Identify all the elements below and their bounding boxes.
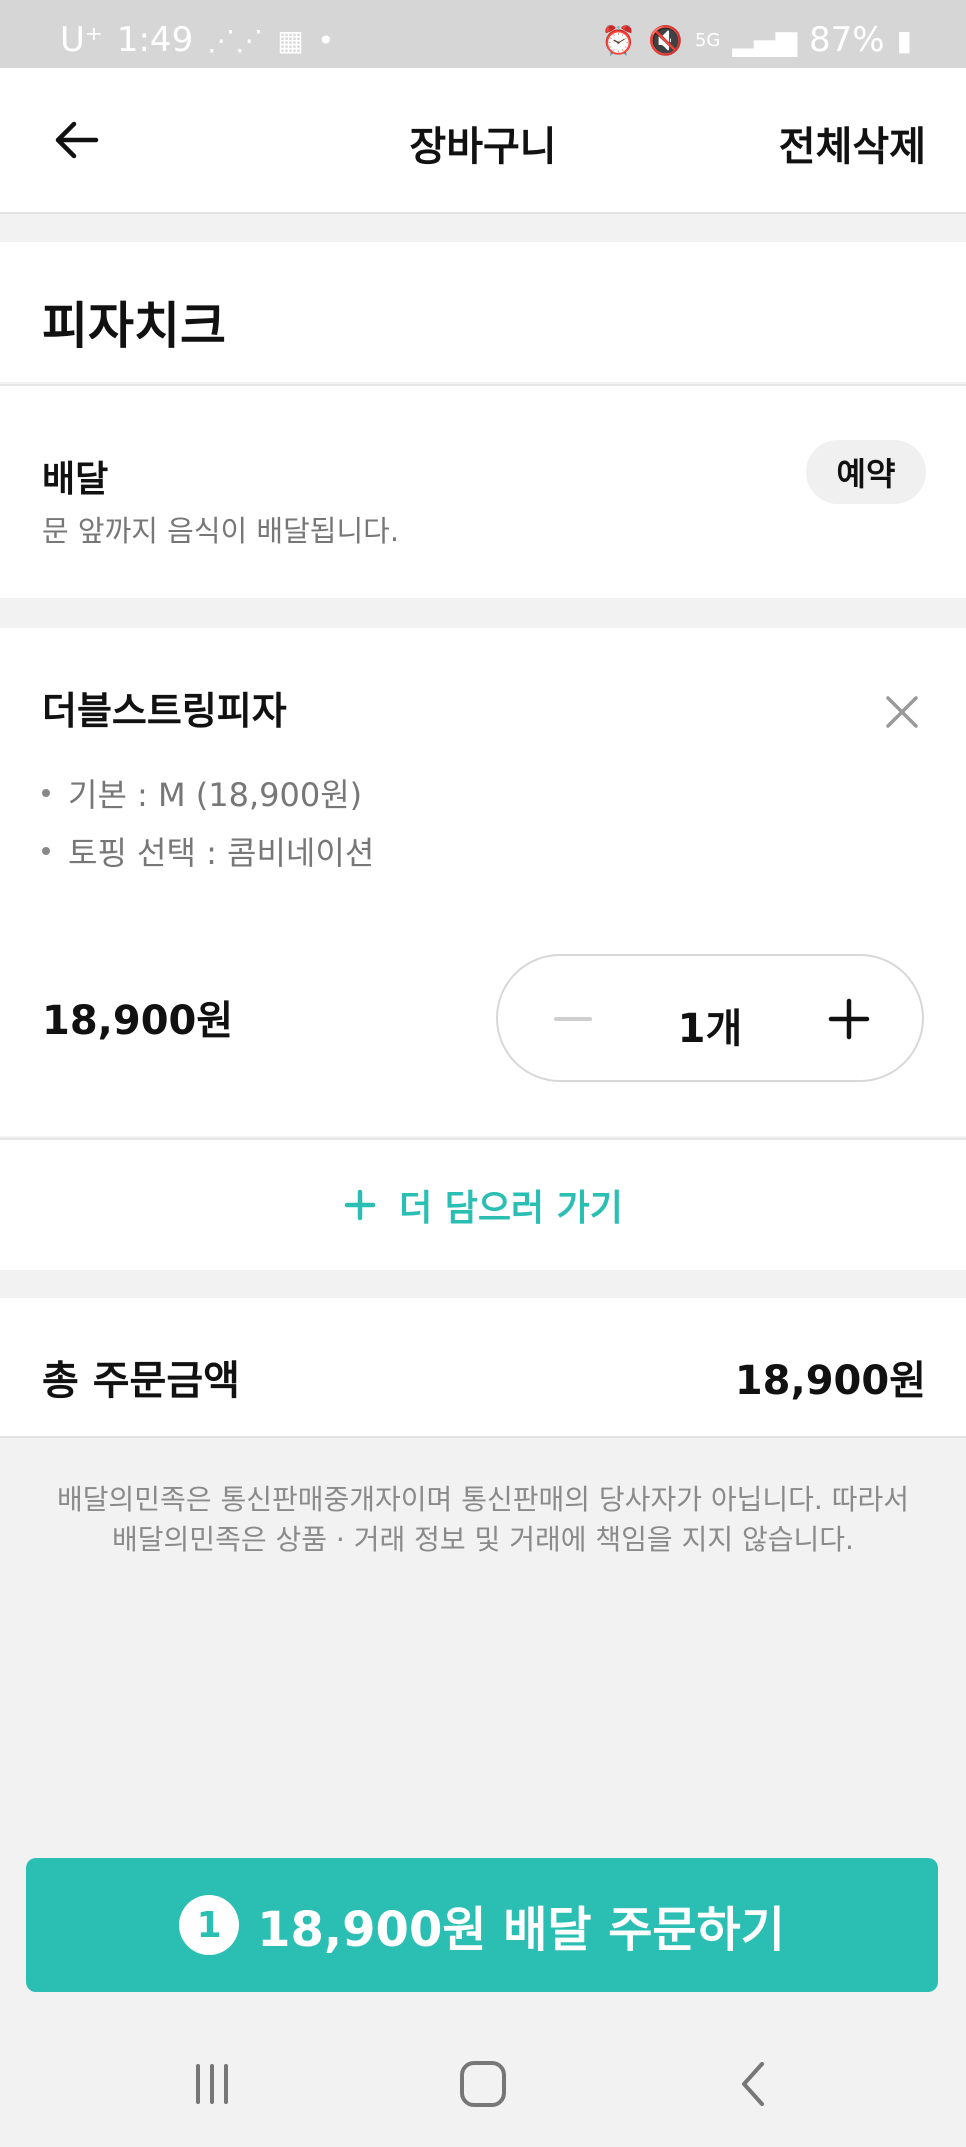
chevron-left-icon	[742, 2062, 764, 2106]
system-nav-bar	[0, 2018, 966, 2147]
total-value: 18,900원	[734, 1358, 926, 1404]
disclaimer-line: 배달의민족은 통신판매중개자이며 통신판매의 당사자가 아닙니다. 따라서	[57, 1483, 909, 1516]
plus-icon	[344, 1189, 376, 1221]
qr-icon: ▦	[277, 23, 304, 57]
mute-icon: 🔇	[648, 23, 683, 57]
order-count-badge: 1	[179, 1895, 240, 1955]
disclaimer: 배달의민족은 통신판매중개자이며 통신판매의 당사자가 아닙니다. 따라서 배달…	[40, 1480, 926, 1560]
bullet-icon	[42, 789, 50, 797]
increase-quantity-button[interactable]	[820, 990, 878, 1048]
battery-level: 87%	[809, 20, 885, 60]
order-button-label: 18,900원 배달 주문하기	[257, 1902, 785, 1958]
item-options: 기본 : M (18,900원) 토핑 선택 : 콤비네이션	[42, 764, 374, 880]
delivery-description: 문 앞까지 음식이 배달됩니다.	[42, 514, 400, 548]
item-price: 18,900원	[42, 998, 234, 1044]
notification-icon: ⋰⋰	[207, 23, 264, 57]
alarm-icon: ⏰	[601, 23, 637, 57]
delivery-title: 배달	[42, 459, 109, 500]
app-bar: 장바구니 전체삭제	[0, 68, 966, 214]
signal-icon: ▂▄▆	[732, 23, 797, 57]
total-section: 총 주문금액 18,900원	[0, 1298, 966, 1438]
battery-icon: ▮	[896, 23, 912, 57]
order-button[interactable]: 1 18,900원 배달 주문하기	[26, 1858, 938, 1992]
dot-icon: •	[317, 23, 335, 57]
bullet-icon	[42, 847, 50, 855]
cart-item: 더블스트링피자 기본 : M (18,900원) 토핑 선택 : 콤비네이션 1…	[0, 628, 966, 1136]
delivery-section: 배달 문 앞까지 음식이 배달됩니다. 예약	[0, 384, 966, 598]
plus-icon	[828, 998, 870, 1040]
add-more-button[interactable]: 더 담으러 가기	[0, 1138, 966, 1270]
remove-item-button[interactable]	[880, 690, 924, 734]
option-row: 토핑 선택 : 콤비네이션	[42, 822, 374, 880]
recent-apps-icon	[196, 2064, 228, 2104]
add-more-label: 더 담으러 가기	[399, 1188, 623, 1229]
disclaimer-line: 배달의민족은 상품 · 거래 정보 및 거래에 책임을 지지 않습니다.	[112, 1523, 854, 1556]
status-bar: U⁺ 1:49 ⋰⋰ ▦ • ⏰ 🔇 5G ▂▄▆ 87% ▮	[0, 0, 966, 68]
delete-all-button[interactable]: 전체삭제	[779, 114, 926, 172]
store-section: 피자치크	[0, 242, 966, 382]
home-button[interactable]	[453, 2054, 513, 2114]
total-label: 총 주문금액	[42, 1358, 240, 1404]
network-5g-icon: 5G	[694, 29, 721, 51]
home-icon	[460, 2061, 506, 2107]
recent-apps-button[interactable]	[182, 2054, 242, 2114]
reserve-button[interactable]: 예약	[806, 440, 926, 504]
option-row: 기본 : M (18,900원)	[42, 764, 374, 822]
store-name: 피자치크	[42, 297, 226, 355]
option-text: 기본 : M (18,900원)	[68, 776, 363, 814]
quantity-stepper: 1개	[496, 954, 924, 1082]
item-name: 더블스트링피자	[42, 689, 287, 733]
back-nav-button[interactable]	[724, 2054, 784, 2114]
carrier-label: U⁺	[60, 20, 103, 60]
close-icon	[886, 696, 918, 728]
clock: 1:49	[116, 20, 194, 60]
option-text: 토핑 선택 : 콤비네이션	[68, 834, 375, 872]
